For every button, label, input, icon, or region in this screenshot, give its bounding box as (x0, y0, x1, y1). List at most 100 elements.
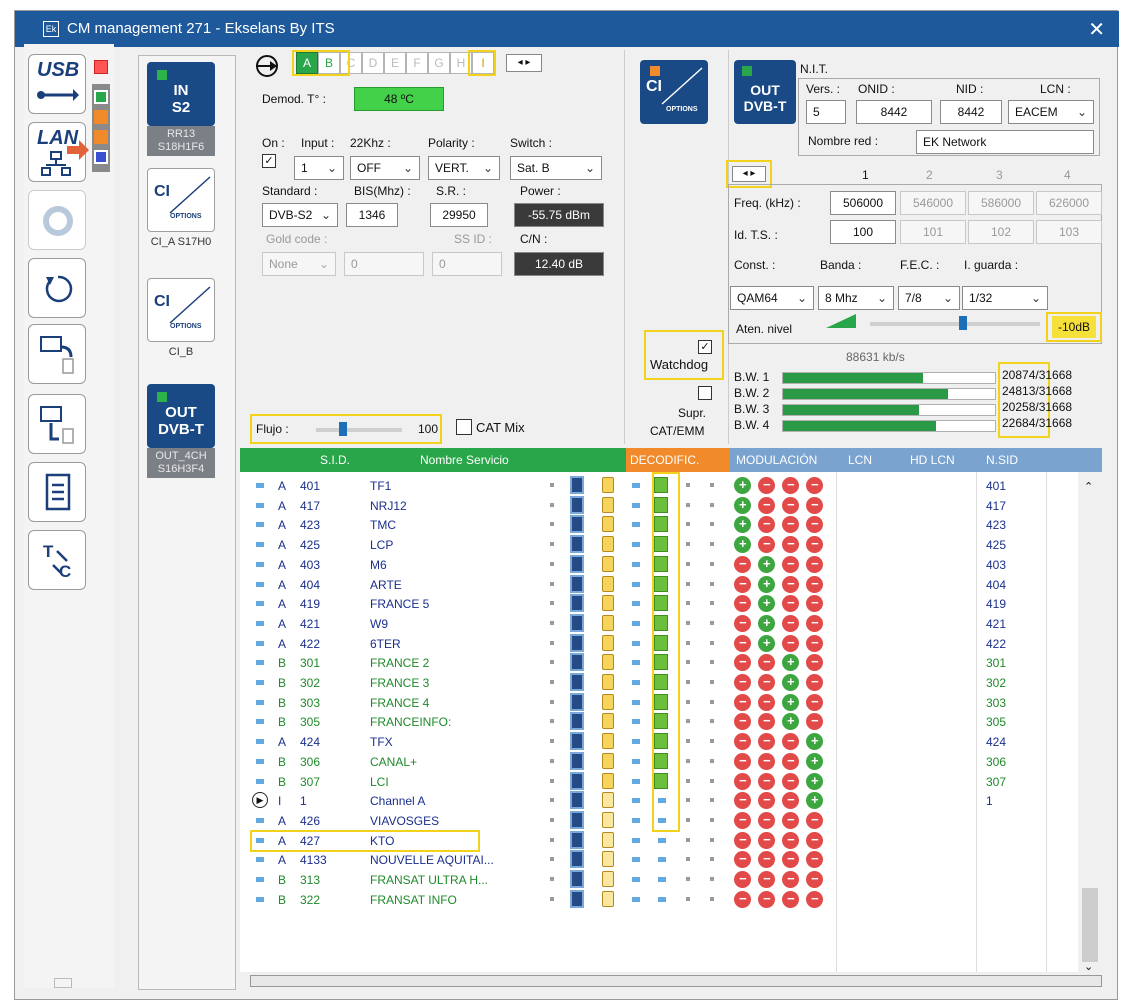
modulator-on-icon[interactable]: + (782, 674, 799, 691)
out-dvbt-header-module[interactable]: OUT DVB-T (734, 60, 796, 124)
transfer-button[interactable]: TC (28, 530, 86, 590)
on-checkbox[interactable]: ✓ (262, 154, 276, 168)
lcn-select[interactable]: EACEM ⌄ (1008, 100, 1094, 124)
out-dvbt-module[interactable]: OUT DVB-T (147, 384, 215, 448)
network-name-input[interactable]: EK Network (916, 130, 1094, 154)
col-sid-header[interactable]: S.I.D. (320, 453, 350, 467)
aten-slider-thumb[interactable] (959, 316, 968, 330)
tab-d[interactable]: D (362, 52, 384, 74)
modulator-off-icon[interactable]: − (734, 674, 751, 691)
modulator-off-icon[interactable]: − (806, 477, 823, 494)
modulator-off-icon[interactable]: − (758, 831, 775, 849)
modulator-off-icon[interactable]: − (806, 634, 823, 652)
lock-icon[interactable] (602, 654, 614, 671)
modulator-off-icon[interactable]: − (734, 851, 751, 869)
flujo-slider-track[interactable] (316, 422, 402, 436)
col-mod-header[interactable]: MODULACIÓN (736, 453, 817, 467)
lock-icon[interactable] (602, 496, 614, 513)
modulator-off-icon[interactable]: − (734, 733, 751, 751)
unlock-icon[interactable] (602, 871, 614, 887)
modulator-off-icon[interactable]: − (806, 536, 823, 554)
lock-icon[interactable] (602, 733, 614, 750)
onid-input[interactable]: 8442 (856, 100, 932, 124)
modulator-on-icon[interactable]: + (734, 516, 751, 534)
ts-2-input[interactable]: 101 (900, 220, 966, 244)
modulator-off-icon[interactable]: − (734, 752, 751, 770)
freq-3-input[interactable]: 586000 (968, 191, 1034, 215)
modulator-off-icon[interactable]: − (806, 516, 823, 534)
lock-icon[interactable] (602, 516, 614, 533)
modulator-off-icon[interactable]: − (758, 890, 775, 908)
modulator-off-icon[interactable]: − (734, 890, 751, 908)
lock-icon[interactable] (602, 772, 614, 789)
aten-slider-track[interactable] (870, 316, 1040, 330)
modulator-off-icon[interactable]: − (806, 693, 823, 711)
modulator-off-icon[interactable]: − (734, 831, 751, 849)
standard-select[interactable]: DVB-S2 ⌄ (262, 203, 338, 227)
modulator-off-icon[interactable]: − (782, 871, 799, 888)
vers-input[interactable]: 5 (806, 100, 846, 124)
tab-f[interactable]: F (406, 52, 428, 74)
modulator-off-icon[interactable]: − (806, 871, 823, 888)
modulator-off-icon[interactable]: − (806, 831, 823, 849)
modulator-off-icon[interactable]: − (782, 516, 799, 534)
table-row[interactable]: B 322 FRANSAT INFO − − − − (240, 889, 1100, 909)
modulator-off-icon[interactable]: − (782, 890, 799, 908)
lock-icon[interactable] (602, 536, 614, 553)
modulator-off-icon[interactable]: − (734, 654, 751, 672)
modulator-on-icon[interactable]: + (806, 752, 823, 770)
modulator-off-icon[interactable]: − (806, 614, 823, 632)
input-select[interactable]: 1 ⌄ (294, 156, 344, 180)
horizontal-scrollbar[interactable] (250, 975, 1102, 987)
modulator-off-icon[interactable]: − (806, 595, 823, 613)
modulator-on-icon[interactable]: + (806, 792, 823, 810)
lock-icon[interactable] (602, 614, 614, 631)
modulator-off-icon[interactable]: − (734, 595, 751, 613)
modulator-off-icon[interactable]: − (782, 595, 799, 613)
modulator-off-icon[interactable]: − (782, 614, 799, 632)
modulator-on-icon[interactable]: + (758, 575, 775, 593)
lock-icon[interactable] (602, 693, 614, 710)
table-scrollbar[interactable]: ⌃ ⌄ (1078, 474, 1102, 974)
guard-select[interactable]: 1/32 ⌄ (962, 286, 1048, 310)
close-button[interactable]: ✕ (1088, 17, 1105, 42)
modulator-off-icon[interactable]: − (734, 693, 751, 711)
modulator-off-icon[interactable]: − (782, 733, 799, 751)
modulator-off-icon[interactable]: − (806, 811, 823, 829)
refresh-button[interactable] (28, 190, 86, 250)
nid-input[interactable]: 8442 (940, 100, 1002, 124)
fec-select[interactable]: 7/8 ⌄ (898, 286, 960, 310)
lock-icon[interactable] (602, 555, 614, 572)
table-row[interactable]: B 313 FRANSAT ULTRA H... − − − − (240, 870, 1100, 889)
supr-catemm-checkbox[interactable] (698, 386, 712, 400)
polarity-select[interactable]: VERT. ⌄ (428, 156, 500, 180)
modulator-off-icon[interactable]: − (758, 496, 775, 514)
unlock-icon[interactable] (602, 890, 614, 907)
modulator-off-icon[interactable]: − (782, 772, 799, 790)
modulator-off-icon[interactable]: − (758, 693, 775, 711)
modulator-off-icon[interactable]: − (806, 890, 823, 908)
ts-3-input[interactable]: 102 (968, 220, 1034, 244)
sr-input[interactable]: 29950 (430, 203, 488, 227)
modulator-off-icon[interactable]: − (782, 536, 799, 554)
unlock-icon[interactable] (602, 831, 614, 848)
modulator-off-icon[interactable]: − (782, 811, 799, 829)
modulator-off-icon[interactable]: − (734, 555, 751, 573)
reset-button[interactable] (28, 258, 86, 318)
modulator-on-icon[interactable]: + (758, 595, 775, 613)
modulator-off-icon[interactable]: − (782, 851, 799, 869)
const-select[interactable]: QAM64 ⌄ (730, 286, 814, 310)
modulator-off-icon[interactable]: − (734, 713, 751, 731)
lan-button[interactable]: LAN (28, 122, 89, 182)
tab-e[interactable]: E (384, 52, 406, 74)
watchdog-checkbox[interactable]: ✓ (698, 340, 712, 354)
freq-2-input[interactable]: 546000 (900, 191, 966, 215)
lock-icon[interactable] (602, 575, 614, 592)
modulator-off-icon[interactable]: − (734, 634, 751, 652)
modulator-off-icon[interactable]: − (734, 792, 751, 810)
modulator-on-icon[interactable]: + (806, 772, 823, 790)
modulator-on-icon[interactable]: + (782, 693, 799, 711)
lock-icon[interactable] (602, 477, 614, 493)
modulator-off-icon[interactable]: − (758, 752, 775, 770)
modulator-on-icon[interactable]: + (734, 536, 751, 554)
